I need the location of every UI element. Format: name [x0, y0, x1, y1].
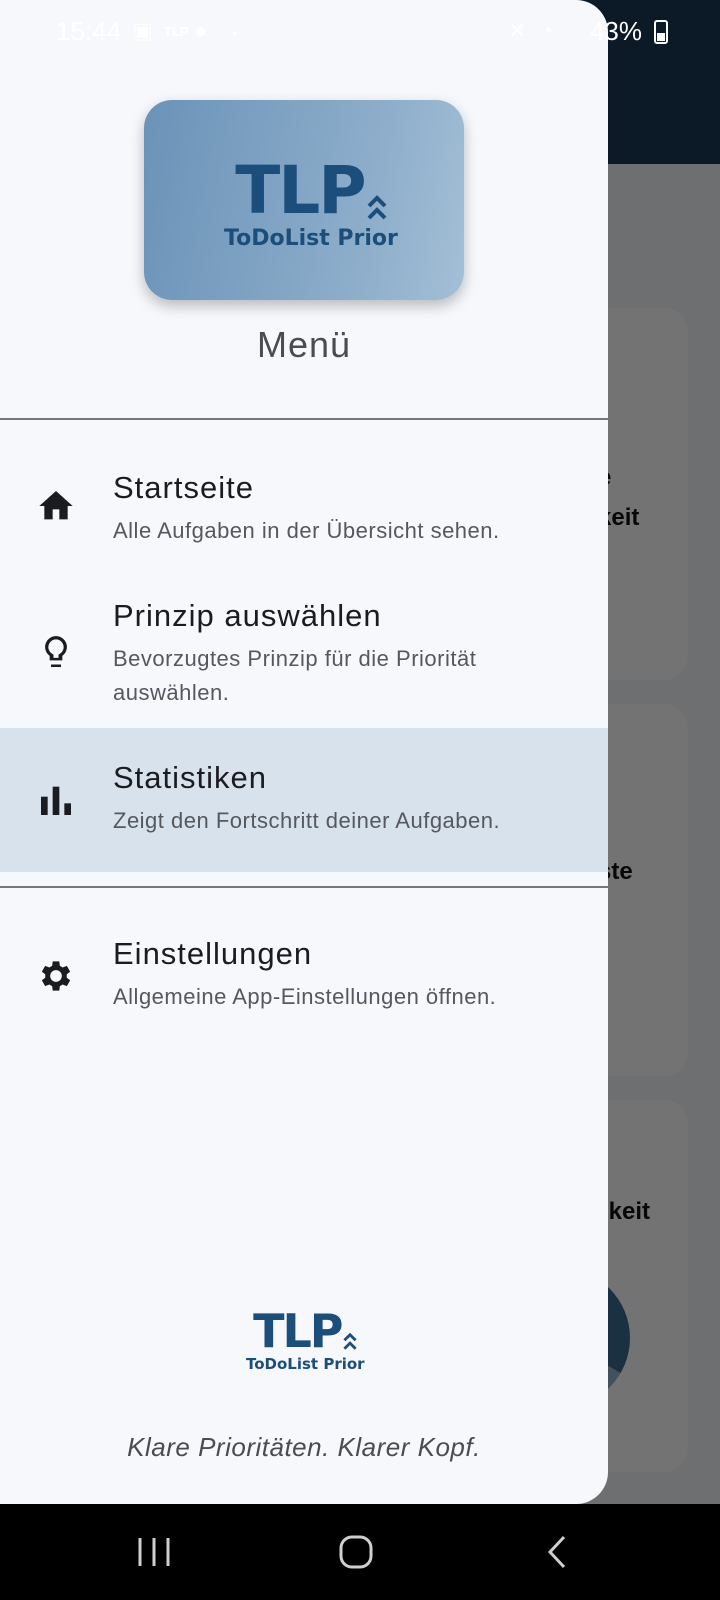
status-bar: 15:44 ▣ TLP ● ● ✕ ◔ 43% [0, 0, 720, 62]
gallery-icon: ▣ [132, 18, 153, 43]
divider [0, 886, 608, 888]
settings-gear-icon [41, 961, 71, 991]
wifi-icon: ◔ [540, 18, 554, 43]
nav-item-subtitle: Allgemeine App-Einstellungen öffnen. [113, 984, 497, 1009]
logo-main-text: TLP [253, 1304, 343, 1358]
status-time: 15:44 [56, 16, 122, 46]
logo-main-text: TLP [235, 152, 366, 229]
nav-item-title: Prinzip auswählen [113, 598, 382, 633]
recent-apps-button[interactable] [124, 1530, 184, 1574]
system-navigation-bar [0, 1504, 720, 1600]
nav-item-subtitle: Bevorzugtes Prinzip für die Priorität au… [113, 646, 477, 705]
nav-item-subtitle: Alle Aufgaben in der Übersicht sehen. [113, 518, 500, 543]
footer-logo: TLP ToDoList Prior [246, 1308, 365, 1373]
nav-item-title: Einstellungen [113, 936, 313, 971]
nav-item-title: Statistiken [113, 760, 268, 795]
divider [0, 418, 608, 420]
notification-icon: ● [194, 18, 208, 43]
nav-item-principle[interactable]: Prinzip auswählen Bevorzugtes Prinzip fü… [0, 580, 608, 726]
dot-icon: ● [232, 28, 239, 39]
logo-subtitle: ToDoList Prior [224, 226, 398, 251]
home-icon [39, 491, 73, 520]
bar-chart-icon [41, 786, 71, 815]
drawer-title: Menü [256, 324, 352, 365]
mute-icon: ✕ [508, 18, 527, 43]
nav-item-subtitle: Zeigt den Fortschritt deiner Aufgaben. [113, 808, 501, 833]
nav-item-title: Startseite [113, 470, 254, 505]
nav-item-settings[interactable]: Einstellungen Allgemeine App-Einstellung… [0, 928, 608, 1046]
navigation-drawer: TLP ToDoList Prior Menü Startseite Alle … [0, 0, 608, 1504]
nav-item-statistics[interactable]: Statistiken Zeigt den Fortschritt deiner… [0, 728, 608, 872]
priority-chevrons-icon [367, 195, 387, 220]
app-notification-icon: TLP [164, 24, 189, 39]
app-logo-tile: TLP ToDoList Prior [144, 100, 464, 300]
battery-percentage: 43% [589, 16, 642, 46]
battery-icon [654, 20, 668, 44]
drawer-slogan: Klare Prioritäten. Klarer Kopf. [127, 1432, 481, 1462]
nav-item-home[interactable]: Startseite Alle Aufgaben in der Übersich… [0, 452, 608, 570]
lightbulb-icon [45, 636, 67, 667]
back-button[interactable] [528, 1530, 588, 1574]
home-button[interactable] [326, 1530, 386, 1574]
app-logo: TLP ToDoList Prior [224, 152, 398, 252]
priority-chevrons-icon [343, 1332, 358, 1350]
logo-subtitle: ToDoList Prior [246, 1355, 365, 1373]
